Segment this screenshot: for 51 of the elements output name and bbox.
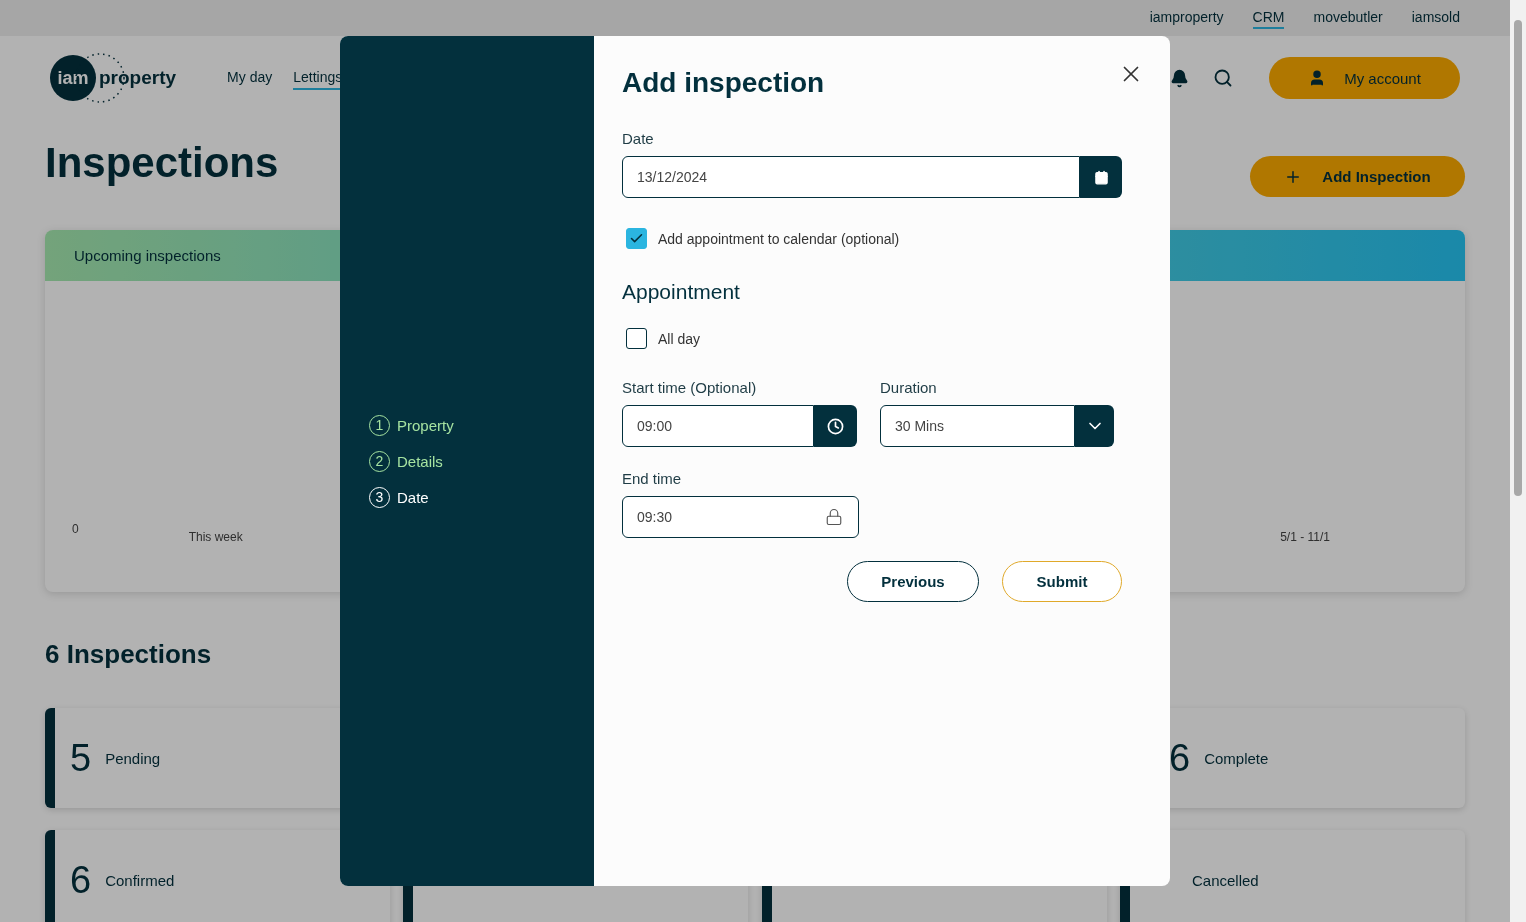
field-label: Start time (Optional) <box>622 380 758 396</box>
add-inspection-button[interactable]: Add Inspection <box>1250 156 1465 197</box>
end-time-field[interactable]: 09:30 <box>622 496 859 538</box>
clock-icon <box>827 417 844 435</box>
step-label[interactable]: Property <box>397 416 454 434</box>
submit-button[interactable]: Submit <box>1002 561 1122 602</box>
stat-card[interactable]: 6 Confirmed <box>45 830 390 922</box>
bell-icon[interactable] <box>1170 68 1189 88</box>
stat-count: 6 <box>70 860 92 900</box>
modal-title: Add inspection <box>622 66 825 100</box>
top-link[interactable]: movebutler <box>1313 7 1383 29</box>
stat-count: 6 <box>1169 738 1191 778</box>
calendar-icon <box>1093 169 1109 185</box>
stat-count: 5 <box>70 738 92 778</box>
stat-label: Cancelled <box>1192 871 1259 889</box>
top-link[interactable]: iamsold <box>1411 7 1460 29</box>
logo-text: property <box>99 67 177 89</box>
clock-button[interactable] <box>814 405 857 447</box>
start-time-field[interactable]: 09:00 <box>622 405 814 447</box>
field-label: Date <box>622 131 655 147</box>
calendar-button[interactable] <box>1080 156 1122 198</box>
step-label[interactable]: Date <box>397 488 429 506</box>
page-title: Inspections <box>45 138 279 188</box>
stat-label: Confirmed <box>105 871 175 889</box>
date-field[interactable]: 13/12/2024 <box>622 156 1080 198</box>
axis-label: 0 <box>72 522 79 536</box>
top-link[interactable]: CRM <box>1252 7 1285 29</box>
axis-label: 5/1 - 11/1 <box>1280 530 1330 544</box>
checkbox[interactable] <box>626 228 647 249</box>
logo-badge: iam <box>50 55 96 101</box>
checkbox[interactable] <box>626 328 647 349</box>
axis-label: This week <box>188 530 243 544</box>
top-link[interactable]: iamproperty <box>1149 7 1224 29</box>
scrollbar[interactable] <box>1510 0 1526 922</box>
duration-select[interactable]: 30 Mins <box>880 405 1075 447</box>
chevron-button[interactable] <box>1075 405 1114 447</box>
section-heading: Appointment <box>622 280 741 304</box>
account-button[interactable]: My account <box>1269 57 1460 99</box>
stat-label: Pending <box>105 749 161 767</box>
nav-link[interactable]: My day <box>227 66 273 90</box>
checkbox-label: Add appointment to calendar (optional) <box>658 230 900 247</box>
field-label: End time <box>622 471 683 487</box>
field-label: Duration <box>880 380 938 396</box>
lock-icon <box>825 508 843 526</box>
step-label[interactable]: Details <box>397 452 443 470</box>
checkbox-label: All day <box>658 330 701 347</box>
search-icon[interactable] <box>1213 68 1233 88</box>
stat-label: Complete <box>1204 749 1269 767</box>
stat-card[interactable]: Cancelled <box>1120 830 1465 922</box>
section-title: 6 Inspections <box>45 638 213 671</box>
previous-button[interactable]: Previous <box>847 561 979 602</box>
